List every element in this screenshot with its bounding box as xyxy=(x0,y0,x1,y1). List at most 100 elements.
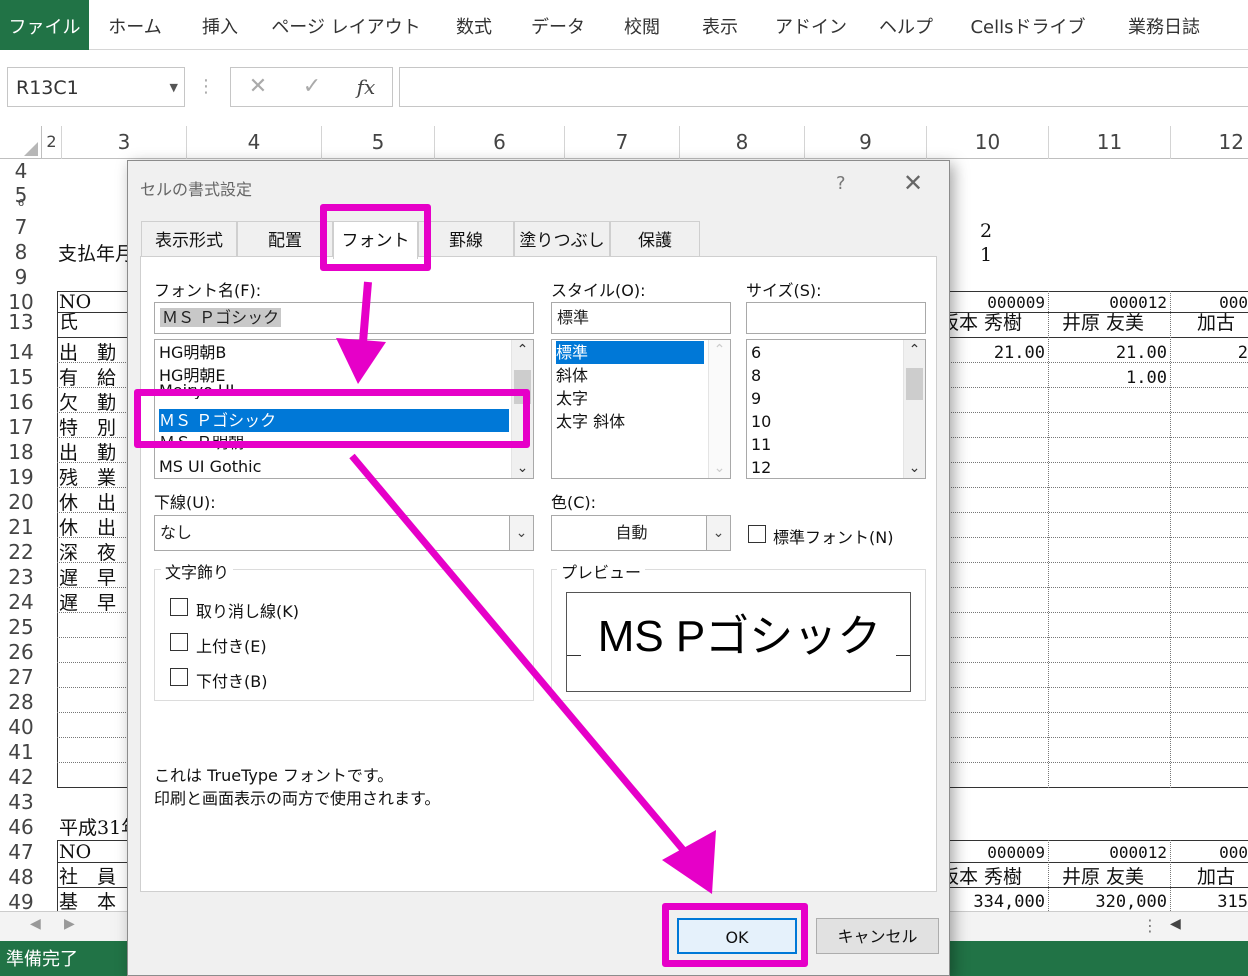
size-list-item[interactable]: 11 xyxy=(751,433,891,456)
chevron-down-icon[interactable]: ⌄ xyxy=(509,516,533,550)
size-list-item[interactable]: 12 xyxy=(751,456,891,478)
row-header-17[interactable]: 17 xyxy=(0,415,42,440)
style-list[interactable]: 標準 斜体 太字 太字 斜体 ⌃ ⌄ xyxy=(551,339,731,479)
style-list-item[interactable]: 太字 xyxy=(556,387,704,410)
size-list-scrollbar[interactable]: ⌃ ⌄ xyxy=(903,340,925,478)
tab-page-layout[interactable]: ページ レイアウト xyxy=(270,0,422,50)
tab-help[interactable]: ヘルプ xyxy=(870,0,942,50)
tab-daily-report[interactable]: 業務日誌 xyxy=(1112,0,1216,50)
tab-number-format[interactable]: 表示形式 xyxy=(141,221,237,257)
column-header-6[interactable]: 6 xyxy=(435,126,565,159)
tab-view[interactable]: 表示 xyxy=(684,0,756,50)
row-header-20[interactable]: 20 xyxy=(0,490,42,515)
more-options-icon[interactable]: ⋮ xyxy=(1142,916,1158,935)
row-header-46[interactable]: 46 xyxy=(0,815,42,840)
tab-formulas[interactable]: 数式 xyxy=(438,0,510,50)
underline-select[interactable]: なし ⌄ xyxy=(154,515,534,551)
tab-alignment[interactable]: 配置 xyxy=(237,221,333,257)
scroll-right-icon[interactable]: ▶ xyxy=(64,916,75,932)
style-list-item-selected[interactable]: 標準 xyxy=(556,341,704,364)
row-header-47[interactable]: 47 xyxy=(0,840,42,865)
tab-fill[interactable]: 塗りつぶし xyxy=(514,221,610,257)
scroll-thumb[interactable] xyxy=(906,368,923,400)
close-icon[interactable]: ✕ xyxy=(903,169,923,197)
style-list-scrollbar[interactable]: ⌃ ⌄ xyxy=(708,340,730,478)
row-header-13[interactable]: 13 xyxy=(0,310,42,335)
font-list-item[interactable]: HG明朝B xyxy=(159,341,509,364)
column-header-3[interactable]: 3 xyxy=(62,126,187,159)
row-header-8[interactable]: 8 xyxy=(0,240,42,265)
subscript-checkbox[interactable] xyxy=(170,668,188,686)
row-header-15[interactable]: 15 xyxy=(0,365,42,390)
row-header-9[interactable]: 9 xyxy=(0,265,42,290)
chevron-down-icon[interactable]: ⌄ xyxy=(904,460,925,476)
row-header-21[interactable]: 21 xyxy=(0,515,42,540)
tab-addins[interactable]: アドイン xyxy=(770,0,852,50)
chevron-down-icon[interactable]: ▼ xyxy=(170,68,178,108)
chevron-up-icon[interactable]: ⌃ xyxy=(512,342,533,358)
more-icon[interactable]: ⋮ xyxy=(194,67,218,107)
enter-icon[interactable]: ✓ xyxy=(294,67,330,107)
superscript-checkbox[interactable] xyxy=(170,633,188,651)
tab-cells-drive[interactable]: Cellsドライブ xyxy=(966,0,1090,50)
normal-font-checkbox[interactable] xyxy=(748,525,766,543)
size-list-item[interactable]: 10 xyxy=(751,410,891,433)
tab-font[interactable]: フォント xyxy=(333,221,418,259)
row-header-23[interactable]: 23 xyxy=(0,565,42,590)
row-header-14[interactable]: 14 xyxy=(0,340,42,365)
row-header-28[interactable]: 28 xyxy=(0,690,42,715)
strikethrough-checkbox[interactable] xyxy=(170,598,188,616)
tab-insert[interactable]: 挿入 xyxy=(184,0,256,50)
row-header-4[interactable]: 4 xyxy=(0,159,42,184)
style-list-item[interactable]: 太字 斜体 xyxy=(556,410,704,433)
column-header-7[interactable]: 7 xyxy=(565,126,680,159)
row-header-18[interactable]: 18 xyxy=(0,440,42,465)
style-input[interactable]: 標準 xyxy=(551,302,731,334)
column-header-12[interactable]: 12 xyxy=(1171,126,1248,159)
formula-input[interactable] xyxy=(399,67,1248,107)
font-list-item[interactable]: MS UI Gothic xyxy=(159,455,509,478)
insert-function-icon[interactable]: fx xyxy=(346,67,386,107)
row-header-40[interactable]: 40 xyxy=(0,715,42,740)
font-name-input[interactable]: ＭＳ Ｐゴシック xyxy=(154,302,534,334)
row-header-16[interactable]: 16 xyxy=(0,390,42,415)
size-list-item[interactable]: 9 xyxy=(751,387,891,410)
tab-home[interactable]: ホーム xyxy=(96,0,174,50)
scroll-left-icon[interactable]: ◀ xyxy=(30,916,41,932)
column-header-8[interactable]: 8 xyxy=(680,126,805,159)
size-input[interactable] xyxy=(746,302,926,334)
size-list-item[interactable]: 8 xyxy=(751,364,891,387)
row-header-19[interactable]: 19 xyxy=(0,465,42,490)
row-header-6[interactable]: 6 xyxy=(0,199,42,209)
row-header-22[interactable]: 22 xyxy=(0,540,42,565)
tab-protection[interactable]: 保護 xyxy=(610,221,700,257)
row-header-7[interactable]: 7 xyxy=(0,215,42,240)
row-header-48[interactable]: 48 xyxy=(0,865,42,890)
chevron-up-icon[interactable]: ⌃ xyxy=(904,342,925,358)
row-header-42[interactable]: 42 xyxy=(0,765,42,790)
size-list-item[interactable]: 6 xyxy=(751,341,891,364)
size-list[interactable]: 6 8 9 10 11 12 ⌃ ⌄ xyxy=(746,339,926,479)
hscroll-left-icon[interactable]: ◀ xyxy=(1170,916,1181,932)
chevron-down-icon[interactable]: ⌄ xyxy=(512,460,533,476)
chevron-down-icon[interactable]: ⌄ xyxy=(706,516,730,550)
column-header-4[interactable]: 4 xyxy=(187,126,322,159)
color-select[interactable]: 自動 ⌄ xyxy=(551,515,731,551)
row-header-25[interactable]: 25 xyxy=(0,615,42,640)
column-header-9[interactable]: 9 xyxy=(805,126,927,159)
help-icon[interactable]: ? xyxy=(836,173,846,194)
tab-border[interactable]: 罫線 xyxy=(418,221,514,257)
select-all-corner[interactable] xyxy=(0,126,42,159)
row-header-26[interactable]: 26 xyxy=(0,640,42,665)
style-list-item[interactable]: 斜体 xyxy=(556,364,704,387)
tab-file[interactable]: ファイル xyxy=(0,0,89,50)
row-header-41[interactable]: 41 xyxy=(0,740,42,765)
row-header-24[interactable]: 24 xyxy=(0,590,42,615)
tab-data[interactable]: データ xyxy=(522,0,594,50)
column-header-10[interactable]: 10 xyxy=(927,126,1049,159)
column-header-2[interactable]: 2 xyxy=(42,126,62,159)
row-header-43[interactable]: 43 xyxy=(0,790,42,815)
row-header-27[interactable]: 27 xyxy=(0,665,42,690)
name-box[interactable]: R13C1 ▼ xyxy=(7,67,185,107)
column-header-5[interactable]: 5 xyxy=(322,126,435,159)
